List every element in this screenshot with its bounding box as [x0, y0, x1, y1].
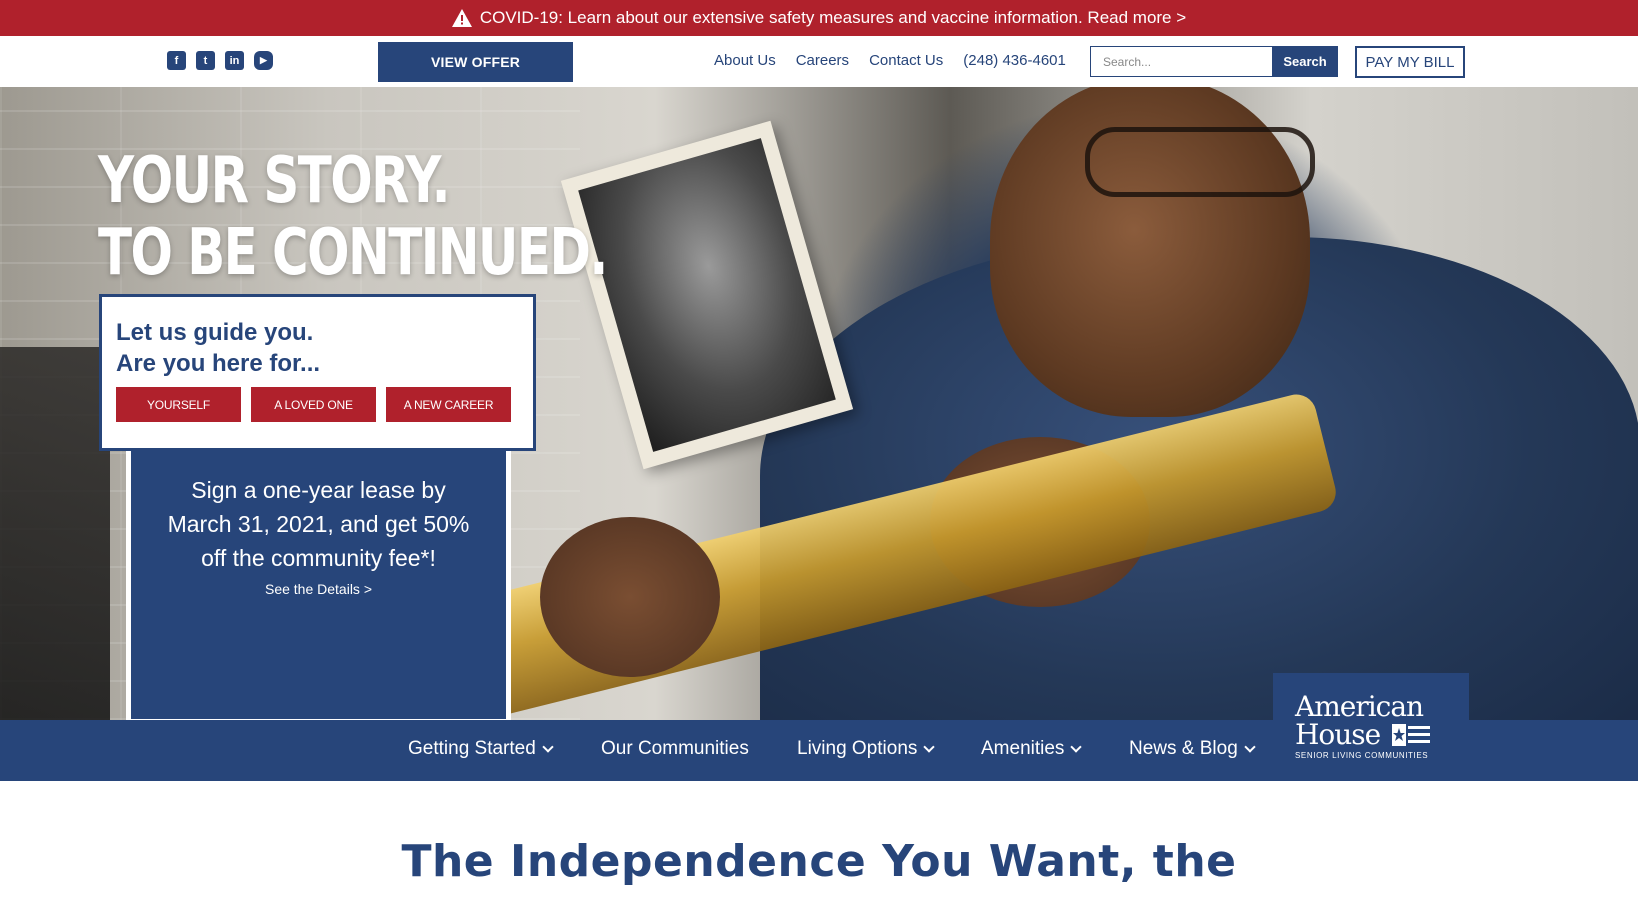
nav-link-careers[interactable]: Careers [796, 52, 849, 69]
hero-headline: YOUR STORY. TO BE CONTINUED. [98, 144, 608, 290]
chevron-down-icon [542, 741, 554, 753]
pay-my-bill-button[interactable]: PAY MY BILL [1355, 46, 1465, 78]
nav-link-about-us[interactable]: About Us [714, 52, 776, 69]
social-links: f t in ▶ [167, 51, 273, 70]
flag-star-icon [1392, 724, 1431, 746]
chevron-down-icon [923, 741, 936, 753]
hero-headline-line2: TO BE CONTINUED. [98, 216, 608, 290]
nav-getting-started-label: Getting Started [408, 738, 536, 759]
phone-link[interactable]: (248) 436-4601 [963, 52, 1066, 69]
logo-subtitle: SENIOR LIVING COMMUNITIES [1295, 751, 1429, 760]
chevron-down-icon [1070, 741, 1083, 753]
see-details-link[interactable]: See the Details > [265, 581, 372, 597]
twitter-icon[interactable]: t [196, 51, 215, 70]
logo-line2: House [1295, 721, 1469, 749]
yourself-button[interactable]: YOURSELF [116, 387, 241, 422]
new-career-button[interactable]: A NEW CAREER [386, 387, 511, 422]
covid-banner[interactable]: COVID-19: Learn about our extensive safe… [0, 0, 1638, 36]
utility-nav: About Us Careers Contact Us (248) 436-46… [714, 52, 1066, 69]
guide-title-line1: Let us guide you. [116, 319, 314, 346]
nav-news-blog[interactable]: News & Blog [1129, 738, 1256, 760]
nav-link-contact-us[interactable]: Contact Us [869, 52, 943, 69]
nav-living-options[interactable]: Living Options [797, 738, 936, 760]
search-form: Search [1090, 46, 1338, 77]
guide-panel: Let us guide you. Are you here for... YO… [99, 294, 536, 451]
intro-heading: The Independence You Want, the [401, 836, 1237, 887]
offer-text: Sign a one-year lease by March 31, 2021,… [167, 477, 470, 571]
site-header: f t in ▶ VIEW OFFER About Us Careers Con… [0, 36, 1638, 87]
hero-photo-hand-left [540, 517, 720, 677]
guide-title-line2: Are you here for... [116, 350, 321, 377]
nav-news-blog-label: News & Blog [1129, 738, 1238, 759]
nav-our-communities-label: Our Communities [601, 738, 749, 759]
american-house-logo[interactable]: American House SENIOR LIVING COMMUNITIES [1273, 673, 1469, 781]
search-button[interactable]: Search [1272, 46, 1338, 77]
offer-panel: Sign a one-year lease by March 31, 2021,… [126, 451, 511, 720]
logo-line1: American [1295, 690, 1424, 723]
hero-headline-line1: YOUR STORY. [98, 144, 451, 218]
nav-amenities-label: Amenities [981, 738, 1065, 759]
hero-banner: YOUR STORY. TO BE CONTINUED. Let us guid… [0, 87, 1638, 720]
view-offer-button[interactable]: VIEW OFFER [378, 42, 573, 82]
fireplace-shadow [0, 347, 110, 720]
guide-title: Let us guide you. Are you here for... [116, 317, 519, 379]
guide-buttons: YOURSELF A LOVED ONE A NEW CAREER [116, 387, 519, 422]
hero-photo-glasses [1085, 127, 1315, 197]
nav-our-communities[interactable]: Our Communities [601, 738, 749, 760]
search-input[interactable] [1090, 46, 1272, 77]
loved-one-button[interactable]: A LOVED ONE [251, 387, 376, 422]
linkedin-icon[interactable]: in [225, 51, 244, 70]
youtube-icon[interactable]: ▶ [254, 51, 273, 70]
nav-amenities[interactable]: Amenities [981, 738, 1083, 760]
nav-living-options-label: Living Options [797, 738, 918, 759]
logo-line2-text: House [1295, 718, 1381, 751]
warning-icon [451, 9, 472, 27]
covid-banner-text[interactable]: COVID-19: Learn about our extensive safe… [480, 8, 1186, 28]
nav-getting-started[interactable]: Getting Started [408, 738, 554, 760]
facebook-icon[interactable]: f [167, 51, 186, 70]
chevron-down-icon [1244, 741, 1256, 753]
